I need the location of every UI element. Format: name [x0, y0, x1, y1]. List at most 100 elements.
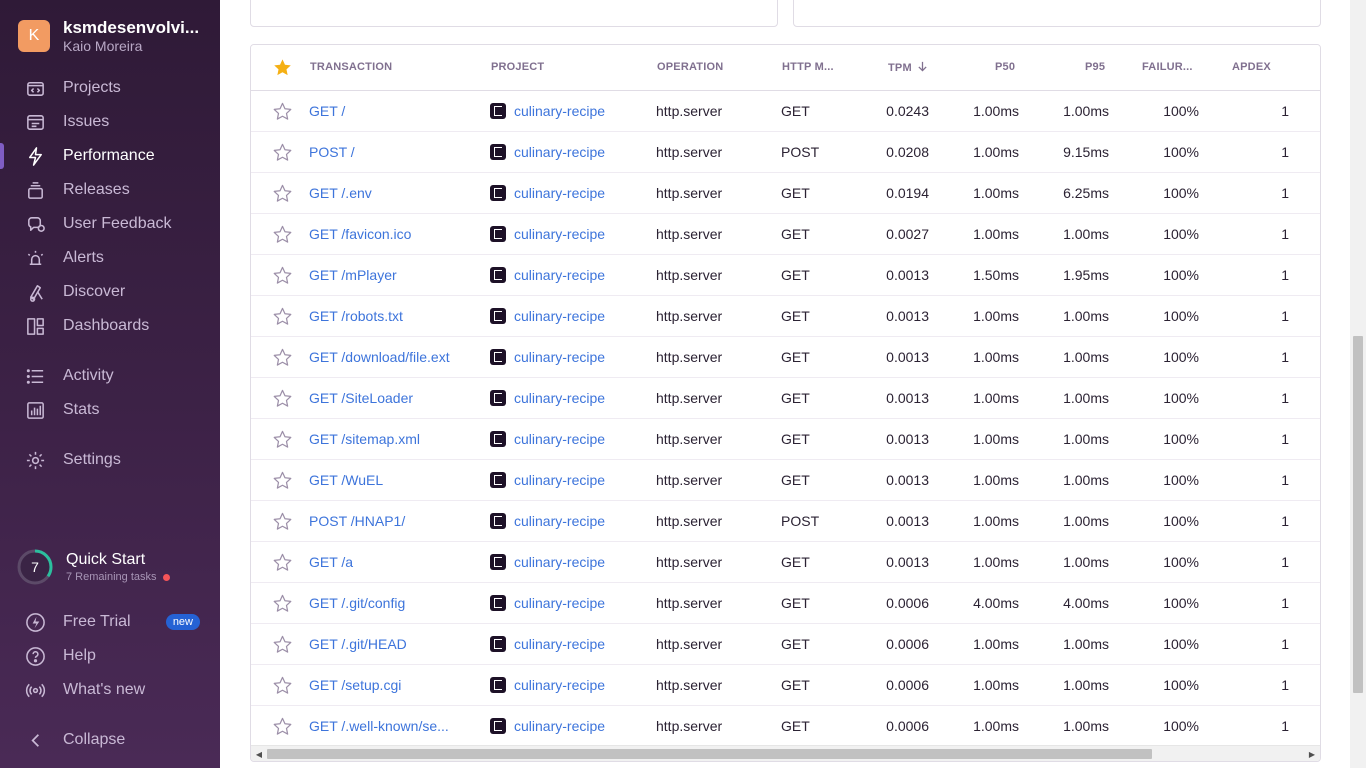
- nav-issues[interactable]: Issues: [0, 105, 220, 139]
- project-link[interactable]: culinary-recipe: [514, 594, 605, 612]
- project-cell[interactable]: culinary-recipe: [490, 307, 605, 325]
- transaction-link[interactable]: GET /mPlayer: [309, 266, 397, 284]
- star-outline-icon[interactable]: [273, 471, 292, 490]
- transaction-link[interactable]: POST /HNAP1/: [309, 512, 405, 530]
- project-cell[interactable]: culinary-recipe: [490, 266, 605, 284]
- transaction-link[interactable]: GET /.well-known/se...: [309, 717, 449, 735]
- horizontal-scrollbar-thumb[interactable]: [267, 749, 1152, 759]
- star-outline-icon[interactable]: [273, 266, 292, 285]
- nav-projects[interactable]: Projects: [0, 71, 220, 105]
- project-cell[interactable]: culinary-recipe: [490, 102, 605, 120]
- transaction-link[interactable]: GET /favicon.ico: [309, 225, 411, 243]
- transaction-link[interactable]: GET /sitemap.xml: [309, 430, 420, 448]
- project-link[interactable]: culinary-recipe: [514, 184, 605, 202]
- project-link[interactable]: culinary-recipe: [514, 430, 605, 448]
- nav-stats[interactable]: Stats: [0, 393, 220, 427]
- header-http-method[interactable]: HTTP M...: [782, 61, 834, 73]
- header-tpm[interactable]: TPM: [888, 61, 928, 74]
- star-outline-icon[interactable]: [273, 143, 292, 162]
- star-outline-icon[interactable]: [273, 717, 292, 736]
- nav-free-trial[interactable]: Free Trial new: [0, 605, 220, 639]
- transaction-link[interactable]: GET /.git/config: [309, 594, 405, 612]
- star-outline-icon[interactable]: [273, 389, 292, 408]
- project-link[interactable]: culinary-recipe: [514, 471, 605, 489]
- star-outline-icon[interactable]: [273, 307, 292, 326]
- collapse-button[interactable]: Collapse: [0, 723, 220, 757]
- transaction-link[interactable]: GET /robots.txt: [309, 307, 403, 325]
- nav-settings[interactable]: Settings: [0, 443, 220, 477]
- vertical-scrollbar[interactable]: [1350, 0, 1366, 768]
- transaction-link[interactable]: GET /: [309, 102, 345, 120]
- project-cell[interactable]: culinary-recipe: [490, 553, 605, 571]
- transaction-link[interactable]: GET /WuEL: [309, 471, 383, 489]
- nav-alerts[interactable]: Alerts: [0, 241, 220, 275]
- transaction-link[interactable]: GET /a: [309, 553, 353, 571]
- nav-user-feedback[interactable]: User Feedback: [0, 207, 220, 241]
- project-cell[interactable]: culinary-recipe: [490, 389, 605, 407]
- project-cell[interactable]: culinary-recipe: [490, 348, 605, 366]
- org-switcher[interactable]: K ksmdesenvolvi... Kaio Moreira: [18, 18, 199, 54]
- project-link[interactable]: culinary-recipe: [514, 348, 605, 366]
- header-failure-rate[interactable]: FAILUR...: [1142, 61, 1193, 73]
- nav-discover[interactable]: Discover: [0, 275, 220, 309]
- scroll-right-arrow-icon[interactable]: ▶: [1304, 746, 1320, 761]
- transaction-link[interactable]: POST /: [309, 143, 355, 161]
- project-link[interactable]: culinary-recipe: [514, 389, 605, 407]
- star-outline-icon[interactable]: [273, 635, 292, 654]
- transaction-link[interactable]: GET /download/file.ext: [309, 348, 450, 366]
- transaction-link[interactable]: GET /.env: [309, 184, 372, 202]
- header-project[interactable]: PROJECT: [491, 61, 544, 73]
- failure-rate-cell: 100%: [1163, 226, 1199, 242]
- nav-whats-new[interactable]: What's new: [0, 673, 220, 707]
- transaction-link[interactable]: GET /SiteLoader: [309, 389, 413, 407]
- star-outline-icon[interactable]: [273, 348, 292, 367]
- quick-start[interactable]: 7 Quick Start 7 Remaining tasks: [16, 548, 170, 586]
- project-link[interactable]: culinary-recipe: [514, 225, 605, 243]
- horizontal-scrollbar[interactable]: ◀ ▶: [251, 745, 1320, 761]
- project-link[interactable]: culinary-recipe: [514, 676, 605, 694]
- nav-releases[interactable]: Releases: [0, 173, 220, 207]
- tpm-cell: 0.0006: [886, 677, 929, 693]
- project-cell[interactable]: culinary-recipe: [490, 225, 605, 243]
- transaction-link[interactable]: GET /setup.cgi: [309, 676, 401, 694]
- star-outline-icon[interactable]: [273, 102, 292, 121]
- project-link[interactable]: culinary-recipe: [514, 143, 605, 161]
- project-cell[interactable]: culinary-recipe: [490, 512, 605, 530]
- project-link[interactable]: culinary-recipe: [514, 102, 605, 120]
- project-link[interactable]: culinary-recipe: [514, 717, 605, 735]
- nav-help[interactable]: Help: [0, 639, 220, 673]
- project-cell[interactable]: culinary-recipe: [490, 635, 605, 653]
- scroll-left-arrow-icon[interactable]: ◀: [251, 746, 267, 761]
- header-p50[interactable]: P50: [995, 61, 1015, 73]
- star-outline-icon[interactable]: [273, 512, 292, 531]
- header-transaction[interactable]: TRANSACTION: [310, 61, 392, 73]
- star-outline-icon[interactable]: [273, 184, 292, 203]
- star-filled-icon[interactable]: [273, 58, 292, 77]
- project-cell[interactable]: culinary-recipe: [490, 676, 605, 694]
- project-link[interactable]: culinary-recipe: [514, 266, 605, 284]
- vertical-scrollbar-thumb[interactable]: [1353, 336, 1363, 693]
- star-outline-icon[interactable]: [273, 430, 292, 449]
- project-cell[interactable]: culinary-recipe: [490, 143, 605, 161]
- project-link[interactable]: culinary-recipe: [514, 635, 605, 653]
- project-cell[interactable]: culinary-recipe: [490, 594, 605, 612]
- nav-activity[interactable]: Activity: [0, 359, 220, 393]
- project-cell[interactable]: culinary-recipe: [490, 184, 605, 202]
- transaction-link[interactable]: GET /.git/HEAD: [309, 635, 407, 653]
- header-p95[interactable]: P95: [1085, 61, 1105, 73]
- star-outline-icon[interactable]: [273, 676, 292, 695]
- star-outline-icon[interactable]: [273, 225, 292, 244]
- nav-dashboards[interactable]: Dashboards: [0, 309, 220, 343]
- project-cell[interactable]: culinary-recipe: [490, 430, 605, 448]
- nav-performance[interactable]: Performance: [0, 139, 220, 173]
- star-outline-icon[interactable]: [273, 553, 292, 572]
- star-outline-icon[interactable]: [273, 594, 292, 613]
- project-link[interactable]: culinary-recipe: [514, 307, 605, 325]
- project-link[interactable]: culinary-recipe: [514, 512, 605, 530]
- project-cell[interactable]: culinary-recipe: [490, 471, 605, 489]
- header-operation[interactable]: OPERATION: [657, 61, 723, 73]
- project-link[interactable]: culinary-recipe: [514, 553, 605, 571]
- project-cell[interactable]: culinary-recipe: [490, 717, 605, 735]
- nav-releases-label: Releases: [63, 181, 130, 198]
- header-apdex[interactable]: APDEX: [1232, 61, 1271, 73]
